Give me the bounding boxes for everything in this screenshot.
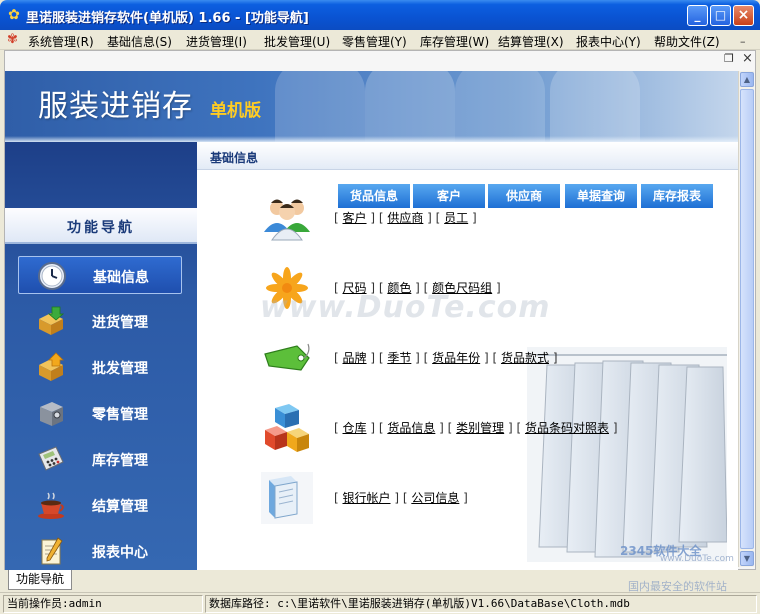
- sidebar-item-label: 进货管理: [92, 315, 148, 331]
- banner-shirt-graphic: [275, 71, 365, 142]
- link-goods-style[interactable]: 货品款式: [501, 351, 549, 365]
- close-button[interactable]: ×: [733, 5, 754, 26]
- mdi-close-button[interactable]: ×: [742, 51, 753, 66]
- status-db-path: 数据库路径: c:\里诺软件\里诺服装进销存(单机版)V1.66\DataBas…: [205, 595, 757, 613]
- sidebar-header-title: 功能导航: [67, 220, 135, 236]
- link-bank-account[interactable]: 银行帐户: [343, 491, 391, 505]
- sidebar-item-retail[interactable]: 零售管理: [18, 394, 182, 432]
- tab-inventory-report[interactable]: 库存报表: [640, 183, 714, 209]
- link-goods-year[interactable]: 货品年份: [432, 351, 480, 365]
- sidebar-item-reports[interactable]: 报表中心: [18, 532, 182, 570]
- watermark-text: www.DuoTe.com: [260, 290, 551, 325]
- link-category-manage[interactable]: 类别管理: [456, 421, 504, 435]
- warehouse-links: [ 仓库 ] [ 货品信息 ] [ 类别管理 ] [ 货品条码对照表 ]: [334, 421, 618, 435]
- link-season[interactable]: 季节: [387, 351, 411, 365]
- calculator-icon: [38, 446, 64, 471]
- nav-sidebar: 功能导航 基础信息 进货管理 批发管理 零售管理 库存管理 结算管理 报表中心: [5, 142, 197, 570]
- menu-basic-info[interactable]: 基础信息(S): [107, 33, 172, 50]
- content-panel: 基础信息 货品信息 客户 供应商 单据查询 库存报表 [ 客户 ] [ 供应商 …: [197, 142, 738, 570]
- banner-shirt-graphic: [365, 71, 455, 142]
- link-customer[interactable]: 客户: [343, 211, 367, 225]
- app-banner: 服装进销存 单机版: [5, 71, 738, 142]
- menu-settlement[interactable]: 结算管理(X): [498, 33, 564, 50]
- banner-shirt-graphic: [550, 71, 640, 142]
- link-employee[interactable]: 员工: [444, 211, 468, 225]
- system-menu-icon[interactable]: ✾: [7, 32, 23, 48]
- window-title: 里诺服装进销存软件(单机版) 1.66 - [功能导航]: [26, 11, 309, 26]
- sidebar-item-label: 零售管理: [92, 407, 148, 423]
- company-links: [ 银行帐户 ] [ 公司信息 ]: [334, 491, 468, 505]
- books-icon: [261, 472, 313, 524]
- link-barcode-mapping[interactable]: 货品条码对照表: [525, 421, 609, 435]
- sidebar-item-basic-info[interactable]: 基础信息: [18, 256, 182, 294]
- maximize-button[interactable]: □: [710, 5, 731, 26]
- brand-season-links: [ 品牌 ] [ 季节 ] [ 货品年份 ] [ 货品款式 ]: [334, 351, 558, 365]
- status-bar: 当前操作员:admin 数据库路径: c:\里诺软件\里诺服装进销存(单机版)V…: [0, 592, 760, 614]
- menu-retail[interactable]: 零售管理(Y): [342, 33, 407, 50]
- tab-supplier[interactable]: 供应商: [487, 183, 561, 209]
- clothes-rack-graphic: [527, 347, 727, 562]
- vertical-scrollbar[interactable]: ▲ ▼: [738, 71, 754, 567]
- sidebar-item-label: 批发管理: [92, 361, 148, 377]
- minimize-button[interactable]: _: [687, 5, 708, 26]
- tab-document-query[interactable]: 单据查询: [564, 183, 638, 209]
- link-brand[interactable]: 品牌: [343, 351, 367, 365]
- tab-customer[interactable]: 客户: [412, 183, 486, 209]
- customer-links: [ 客户 ] [ 供应商 ] [ 员工 ]: [334, 211, 477, 225]
- box-download-icon: [39, 306, 65, 335]
- sidebar-item-settlement[interactable]: 结算管理: [18, 486, 182, 524]
- mdi-minimize-button[interactable]: –: [740, 35, 746, 48]
- link-goods-info[interactable]: 货品信息: [387, 421, 435, 435]
- menu-inventory[interactable]: 库存管理(W): [420, 33, 489, 50]
- sidebar-item-inventory[interactable]: 库存管理: [18, 440, 182, 478]
- banner-title: 服装进销存: [38, 89, 193, 124]
- status-operator: 当前操作员:admin: [3, 595, 203, 613]
- content-title: 基础信息: [210, 151, 259, 165]
- sidebar-item-label: 库存管理: [92, 453, 148, 469]
- menu-purchase[interactable]: 进货管理(I): [186, 33, 247, 50]
- link-warehouse[interactable]: 仓库: [343, 421, 367, 435]
- sidebar-item-label: 结算管理: [92, 499, 148, 515]
- content-header: 基础信息: [197, 142, 738, 170]
- tab-function-nav[interactable]: 功能导航: [8, 570, 72, 590]
- scroll-down-button[interactable]: ▼: [740, 551, 754, 566]
- sidebar-header: 功能导航: [5, 208, 197, 244]
- tag-icon: [264, 343, 310, 371]
- menu-system[interactable]: 系统管理(R): [28, 33, 94, 50]
- box-upload-icon: [39, 352, 64, 381]
- clock-icon: [38, 262, 66, 290]
- title-bar[interactable]: ✿ 里诺服装进销存软件(单机版) 1.66 - [功能导航] _ □ ×: [0, 0, 760, 30]
- menu-wholesale[interactable]: 批发管理(U): [264, 33, 330, 50]
- sidebar-item-purchase[interactable]: 进货管理: [18, 302, 182, 340]
- sidebar-item-label: 报表中心: [92, 545, 148, 561]
- cubes-icon: [265, 404, 309, 452]
- corner-site: www.DuoTe.com: [660, 554, 734, 564]
- banner-shirt-graphic: [455, 71, 545, 142]
- menu-reports[interactable]: 报表中心(Y): [576, 33, 641, 50]
- sidebar-item-wholesale[interactable]: 批发管理: [18, 348, 182, 386]
- link-company-info[interactable]: 公司信息: [411, 491, 459, 505]
- scroll-up-button[interactable]: ▲: [740, 72, 754, 87]
- tab-goods-info[interactable]: 货品信息: [337, 183, 411, 209]
- link-supplier[interactable]: 供应商: [387, 211, 423, 225]
- notepad-pen-icon: [41, 537, 63, 565]
- menu-bar: ✾ 系统管理(R) 基础信息(S) 进货管理(I) 批发管理(U) 零售管理(Y…: [0, 30, 760, 50]
- app-icon: ✿: [8, 7, 20, 23]
- coffee-cup-icon: [38, 492, 64, 519]
- edition-badge: 单机版: [210, 101, 261, 121]
- safe-icon: [40, 402, 63, 426]
- users-icon: [264, 199, 310, 241]
- scroll-thumb[interactable]: [740, 89, 754, 549]
- menu-help[interactable]: 帮助文件(Z): [654, 33, 720, 50]
- mdi-restore-button[interactable]: ❐: [724, 52, 734, 65]
- sidebar-item-label: 基础信息: [93, 270, 149, 286]
